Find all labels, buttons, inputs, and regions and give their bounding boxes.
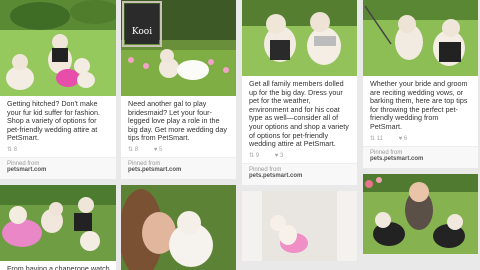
pin-image[interactable]	[242, 190, 357, 261]
pin-card[interactable]	[121, 184, 236, 270]
repin-count: 8	[134, 146, 139, 153]
pin-card[interactable]: Kooi Need another gal to play bridesmaid…	[121, 0, 236, 179]
like-count: 3	[279, 152, 284, 159]
pin-description: Get all family members dolled up for the…	[249, 79, 349, 149]
pin-description: From having a chaperone watch	[7, 263, 110, 270]
pin-image[interactable]: Kooi	[121, 0, 236, 96]
heart-icon: ♥ 5	[153, 146, 163, 153]
pin-column-1: Getting hitched? Don't make your fur kid…	[0, 0, 116, 270]
repin-count: 8	[13, 146, 18, 153]
source-domain[interactable]: pets.petsmart.com	[128, 167, 229, 173]
heart-icon: ♥ 3	[274, 152, 284, 159]
like-count: 6	[403, 135, 408, 142]
source-domain[interactable]: pets.petsmart.com	[370, 156, 471, 162]
pin-card[interactable]	[363, 173, 478, 254]
repin-count: 9	[255, 152, 260, 159]
pin-description: Getting hitched? Don't make your fur kid…	[7, 99, 100, 143]
pin-description: Whether your bride and groom are recitin…	[370, 79, 468, 131]
pin-card[interactable]	[242, 190, 357, 261]
pin-stats: ⇅ 11 ♥ 6	[363, 132, 478, 146]
pin-source[interactable]: Pinned from pets.petsmart.com	[363, 145, 478, 168]
pin-stats: ⇅ 8	[0, 143, 116, 157]
pin-column-4: Whether your bride and groom are recitin…	[363, 0, 478, 270]
repin-icon: ⇅ 11	[370, 135, 383, 142]
pin-description: Need another gal to play bridesmaid? Let…	[128, 99, 227, 143]
repin-count: 11	[376, 135, 383, 142]
pin-image[interactable]	[0, 184, 116, 261]
pin-column-2: Kooi Need another gal to play bridesmaid…	[121, 0, 236, 270]
pin-image[interactable]	[363, 173, 478, 254]
pin-image[interactable]	[121, 184, 236, 270]
pin-card[interactable]: Get all family members dolled up for the…	[242, 0, 357, 185]
pin-stats: ⇅ 8 ♥ 5	[121, 143, 236, 157]
heart-icon: ♥ 6	[398, 135, 408, 142]
pin-source[interactable]: Pinned from petsmart.com	[0, 156, 116, 179]
pin-stats: ⇅ 9 ♥ 3	[242, 149, 357, 163]
source-domain[interactable]: petsmart.com	[7, 167, 109, 173]
source-domain[interactable]: pets.petsmart.com	[249, 173, 350, 179]
pin-source[interactable]: Pinned from pets.petsmart.com	[121, 156, 236, 179]
sign-text: Kooi	[132, 27, 152, 37]
pin-card[interactable]: From having a chaperone watch	[0, 184, 116, 270]
pin-column-3: Get all family members dolled up for the…	[242, 0, 357, 270]
pin-image[interactable]	[363, 0, 478, 76]
pin-card[interactable]: Whether your bride and groom are recitin…	[363, 0, 478, 168]
repin-icon: ⇅ 8	[7, 146, 18, 153]
repin-icon: ⇅ 9	[249, 152, 260, 159]
like-count: 5	[158, 146, 163, 153]
pin-source[interactable]: Pinned from pets.petsmart.com	[242, 162, 357, 185]
pin-image[interactable]	[0, 0, 116, 96]
pin-image[interactable]	[242, 0, 357, 76]
pin-card[interactable]: Getting hitched? Don't make your fur kid…	[0, 0, 116, 179]
repin-icon: ⇅ 8	[128, 146, 139, 153]
